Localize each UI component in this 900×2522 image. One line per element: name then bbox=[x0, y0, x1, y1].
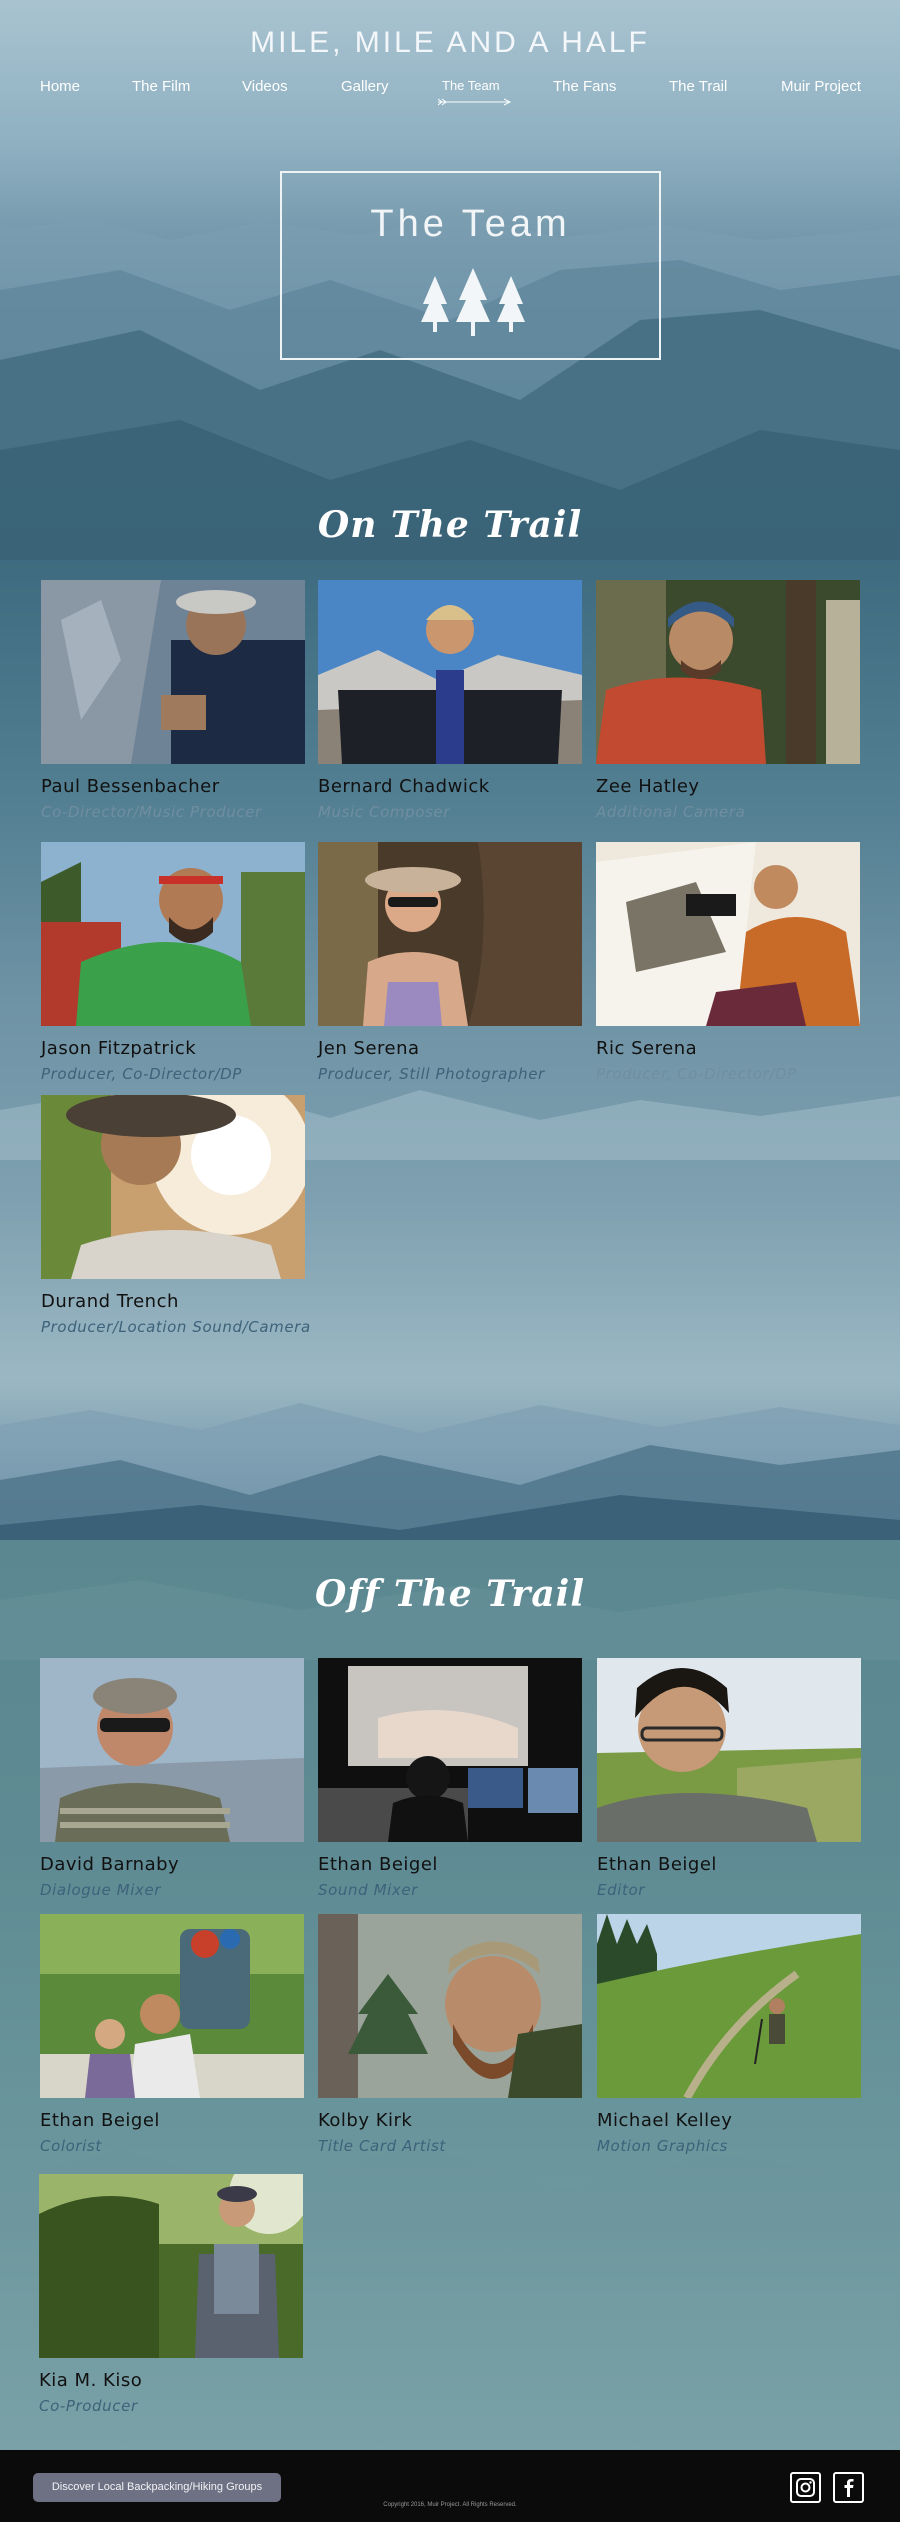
nav-home[interactable]: Home bbox=[40, 78, 80, 95]
team-banner: The Team bbox=[280, 171, 661, 360]
member-photo[interactable] bbox=[318, 842, 582, 1026]
active-nav-arrow-icon bbox=[437, 98, 512, 106]
member-role: Music Composer bbox=[318, 803, 451, 821]
discover-hiking-groups-button[interactable]: Discover Local Backpacking/Hiking Groups bbox=[33, 2473, 281, 2502]
member-role: Sound Mixer bbox=[318, 1881, 418, 1899]
member-photo[interactable] bbox=[41, 580, 305, 764]
team-member-card[interactable]: Michael Kelley Motion Graphics bbox=[597, 1914, 861, 2155]
off-trail-title: Off The Trail bbox=[314, 1573, 586, 1615]
member-role: Editor bbox=[597, 1881, 645, 1899]
member-photo[interactable] bbox=[318, 580, 582, 764]
nav-muir-project[interactable]: Muir Project bbox=[781, 78, 861, 95]
team-member-card[interactable]: Ric Serena Producer, Co-Director/DP bbox=[596, 842, 860, 1083]
team-member-card[interactable]: Jason Fitzpatrick Producer, Co-Director/… bbox=[41, 842, 305, 1083]
nav-the-team[interactable]: The Team bbox=[442, 78, 500, 93]
member-role: Additional Camera bbox=[596, 803, 746, 821]
team-member-card[interactable]: Bernard Chadwick Music Composer bbox=[318, 580, 582, 821]
member-photo[interactable] bbox=[40, 1914, 304, 2098]
member-name: Paul Bessenbacher bbox=[41, 776, 220, 797]
member-name: David Barnaby bbox=[40, 1854, 180, 1875]
on-trail-title: On The Trail bbox=[317, 504, 583, 546]
member-name: Ethan Beigel bbox=[318, 1854, 438, 1875]
member-photo[interactable] bbox=[318, 1914, 582, 2098]
member-name: Jen Serena bbox=[318, 1038, 420, 1059]
member-photo[interactable] bbox=[597, 1658, 861, 1842]
member-role: Producer, Still Photographer bbox=[318, 1065, 545, 1083]
member-photo[interactable] bbox=[41, 842, 305, 1026]
nav-the-trail[interactable]: The Trail bbox=[669, 78, 727, 95]
instagram-icon[interactable] bbox=[790, 2472, 821, 2503]
member-photo[interactable] bbox=[39, 2174, 303, 2358]
site-title[interactable]: MILE, MILE AND A HALF bbox=[0, 26, 900, 60]
three-pine-trees-icon bbox=[421, 268, 525, 336]
member-role: Co-Producer bbox=[39, 2397, 138, 2415]
member-photo[interactable] bbox=[596, 580, 860, 764]
member-role: Dialogue Mixer bbox=[40, 1881, 162, 1899]
member-name: Jason Fitzpatrick bbox=[41, 1038, 197, 1059]
member-name: Kolby Kirk bbox=[318, 2110, 413, 2131]
member-name: Zee Hatley bbox=[596, 776, 700, 797]
member-photo[interactable] bbox=[597, 1914, 861, 2098]
team-member-card[interactable]: Ethan Beigel Colorist bbox=[40, 1914, 304, 2155]
member-role: Producer, Co-Director/DP bbox=[41, 1065, 242, 1083]
mountain-range-bottom bbox=[0, 1403, 900, 1540]
member-role: Motion Graphics bbox=[597, 2137, 728, 2155]
nav-the-fans[interactable]: The Fans bbox=[553, 78, 616, 95]
member-name: Ric Serena bbox=[596, 1038, 698, 1059]
member-name: Ethan Beigel bbox=[40, 2110, 160, 2131]
banner-title: The Team bbox=[370, 203, 571, 245]
nav-videos[interactable]: Videos bbox=[242, 78, 288, 95]
member-name: Durand Trench bbox=[41, 1291, 179, 1312]
member-photo[interactable] bbox=[40, 1658, 304, 1842]
team-member-card[interactable]: Ethan Beigel Sound Mixer bbox=[318, 1658, 582, 1899]
member-role: Producer/Location Sound/Camera bbox=[41, 1318, 311, 1336]
nav-gallery[interactable]: Gallery bbox=[341, 78, 389, 95]
member-role: Co-Director/Music Producer bbox=[41, 803, 262, 821]
copyright-text: Copyright 2016, Muir Project. All Rights… bbox=[383, 2502, 517, 2508]
member-name: Ethan Beigel bbox=[597, 1854, 717, 1875]
member-photo[interactable] bbox=[596, 842, 860, 1026]
team-member-card[interactable]: David Barnaby Dialogue Mixer bbox=[40, 1658, 304, 1899]
member-role: Colorist bbox=[40, 2137, 102, 2155]
member-role: Title Card Artist bbox=[318, 2137, 446, 2155]
team-member-card[interactable]: Kia M. Kiso Co-Producer bbox=[39, 2174, 303, 2415]
nav-the-film[interactable]: The Film bbox=[132, 78, 190, 95]
facebook-icon[interactable] bbox=[833, 2472, 864, 2503]
team-member-card[interactable]: Kolby Kirk Title Card Artist bbox=[318, 1914, 582, 2155]
member-name: Kia M. Kiso bbox=[39, 2370, 143, 2391]
team-member-card[interactable]: Ethan Beigel Editor bbox=[597, 1658, 861, 1899]
team-member-card[interactable]: Jen Serena Producer, Still Photographer bbox=[318, 842, 582, 1083]
team-member-card[interactable]: Zee Hatley Additional Camera bbox=[596, 580, 860, 821]
member-role: Producer, Co-Director/DP bbox=[596, 1065, 797, 1083]
member-name: Michael Kelley bbox=[597, 2110, 733, 2131]
member-name: Bernard Chadwick bbox=[318, 776, 490, 797]
member-photo[interactable] bbox=[318, 1658, 582, 1842]
team-member-card[interactable]: Paul Bessenbacher Co-Director/Music Prod… bbox=[41, 580, 305, 821]
member-photo[interactable] bbox=[41, 1095, 305, 1279]
team-member-card[interactable]: Durand Trench Producer/Location Sound/Ca… bbox=[41, 1095, 311, 1336]
